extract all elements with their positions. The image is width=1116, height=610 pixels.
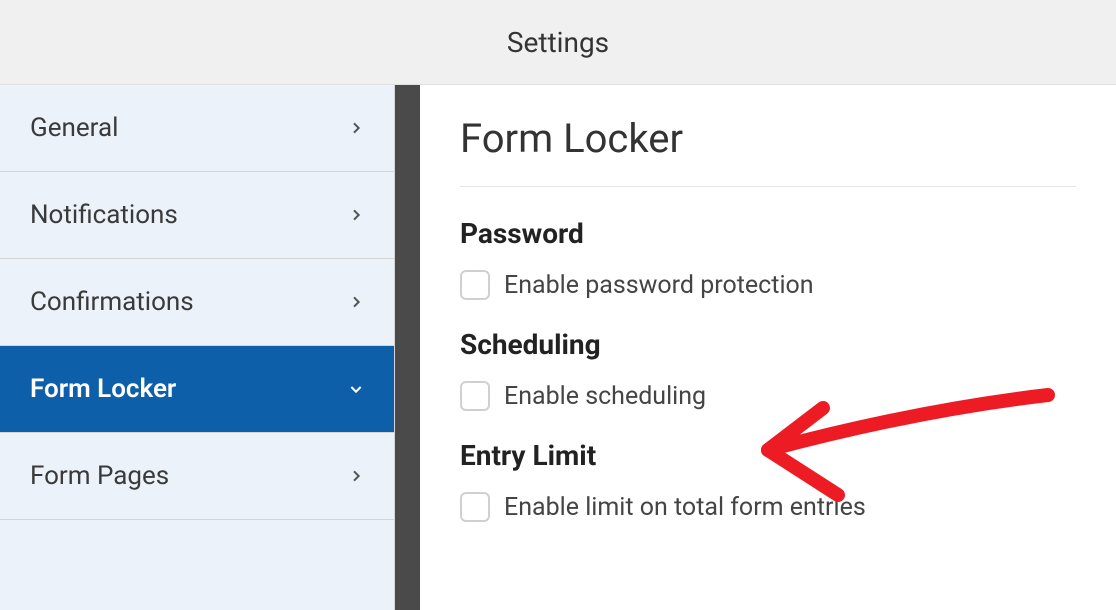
- checkbox-label-scheduling: Enable scheduling: [504, 382, 706, 411]
- sidebar-item-notifications[interactable]: Notifications: [0, 172, 394, 259]
- sidebar-item-label: Notifications: [30, 200, 178, 230]
- checkbox-label-entry-limit: Enable limit on total form entries: [504, 493, 866, 522]
- chevron-down-icon: [348, 381, 364, 397]
- page-title: Settings: [507, 26, 609, 59]
- sidebar-item-confirmations[interactable]: Confirmations: [0, 259, 394, 346]
- checkbox-password-protection[interactable]: [460, 270, 490, 300]
- settings-sidebar: General Notifications Confirmations Form…: [0, 85, 395, 610]
- section-heading-entry-limit: Entry Limit: [460, 439, 1076, 472]
- checkbox-row-scheduling[interactable]: Enable scheduling: [460, 381, 1076, 411]
- sidebar-item-form-locker[interactable]: Form Locker: [0, 346, 394, 433]
- chevron-right-icon: [348, 294, 364, 310]
- checkbox-label-password: Enable password protection: [504, 271, 814, 300]
- sidebar-item-label: Form Locker: [30, 374, 176, 404]
- chevron-right-icon: [348, 207, 364, 223]
- checkbox-row-password[interactable]: Enable password protection: [460, 270, 1076, 300]
- sidebar-item-general[interactable]: General: [0, 85, 394, 172]
- settings-header: Settings: [0, 0, 1116, 85]
- checkbox-row-entry-limit[interactable]: Enable limit on total form entries: [460, 492, 1076, 522]
- chevron-right-icon: [348, 468, 364, 484]
- section-heading-password: Password: [460, 217, 1076, 250]
- checkbox-enable-scheduling[interactable]: [460, 381, 490, 411]
- chevron-right-icon: [348, 120, 364, 136]
- content-title: Form Locker: [460, 115, 1076, 187]
- sidebar-item-label: Form Pages: [30, 461, 169, 491]
- sidebar-item-form-pages[interactable]: Form Pages: [0, 433, 394, 520]
- main-container: General Notifications Confirmations Form…: [0, 85, 1116, 610]
- sidebar-item-label: Confirmations: [30, 287, 194, 317]
- section-heading-scheduling: Scheduling: [460, 328, 1076, 361]
- sidebar-item-label: General: [30, 113, 118, 143]
- content-panel: Form Locker Password Enable password pro…: [420, 85, 1116, 610]
- checkbox-entry-limit[interactable]: [460, 492, 490, 522]
- panel-divider: [395, 85, 420, 610]
